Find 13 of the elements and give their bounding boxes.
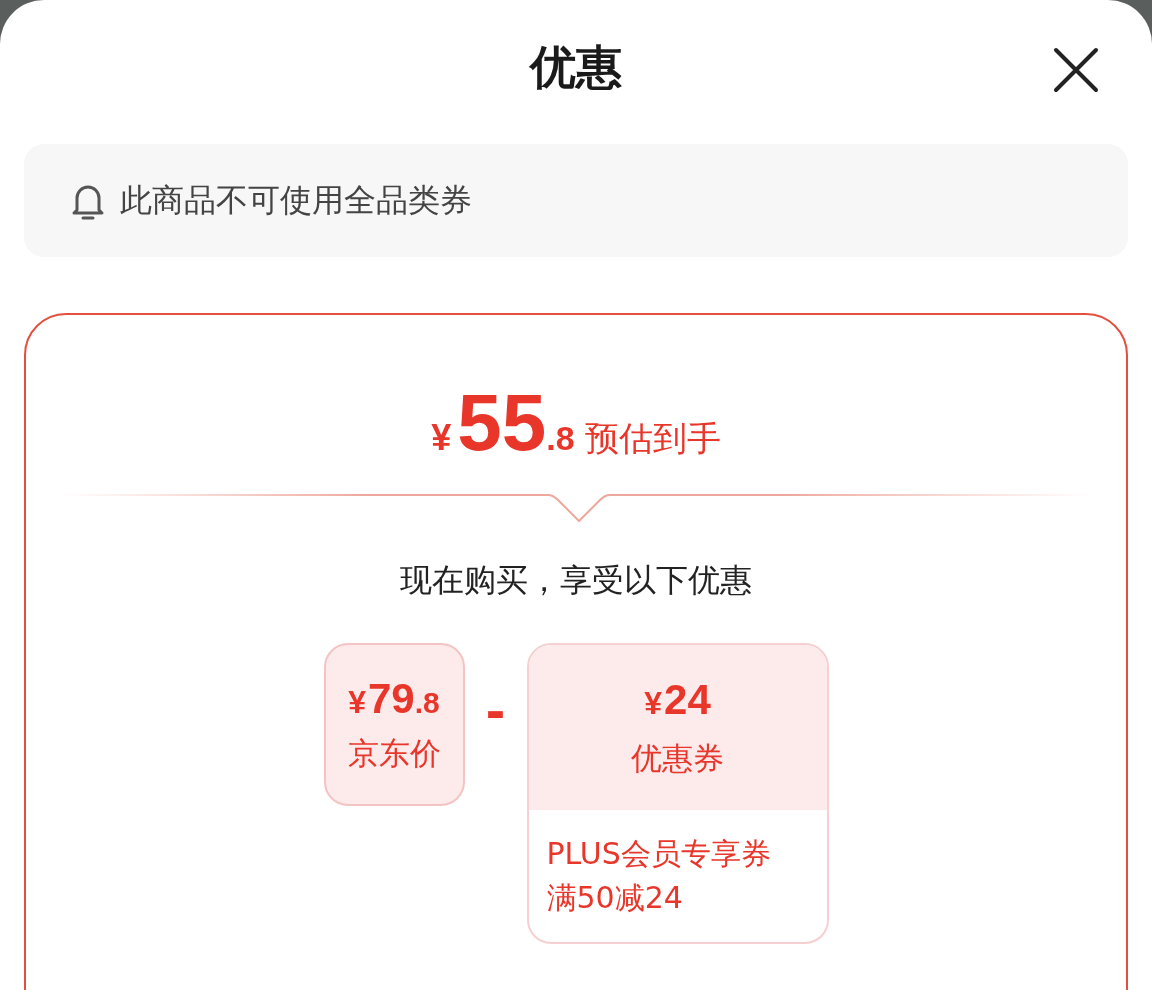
close-icon[interactable] [1052,46,1100,94]
coupon-detail: 满50减24 [546,879,684,917]
item-label: 优惠券 [631,738,724,778]
estimated-label: 预估到手 [584,417,721,460]
item-label: 京东价 [347,733,441,773]
estimated-price: ¥55.8 [431,377,575,469]
item-price: ¥79.8 [348,674,440,723]
notice-text: 此商品不可使用全品类券 [120,179,472,221]
item-price: ¥24 [644,675,711,724]
minus-sign: - [484,683,507,739]
coupon-detail: PLUS会员专享券 [546,835,772,873]
subtitle: 现在购买，享受以下优惠 [400,560,752,601]
sheet-title: 优惠 [530,39,622,96]
